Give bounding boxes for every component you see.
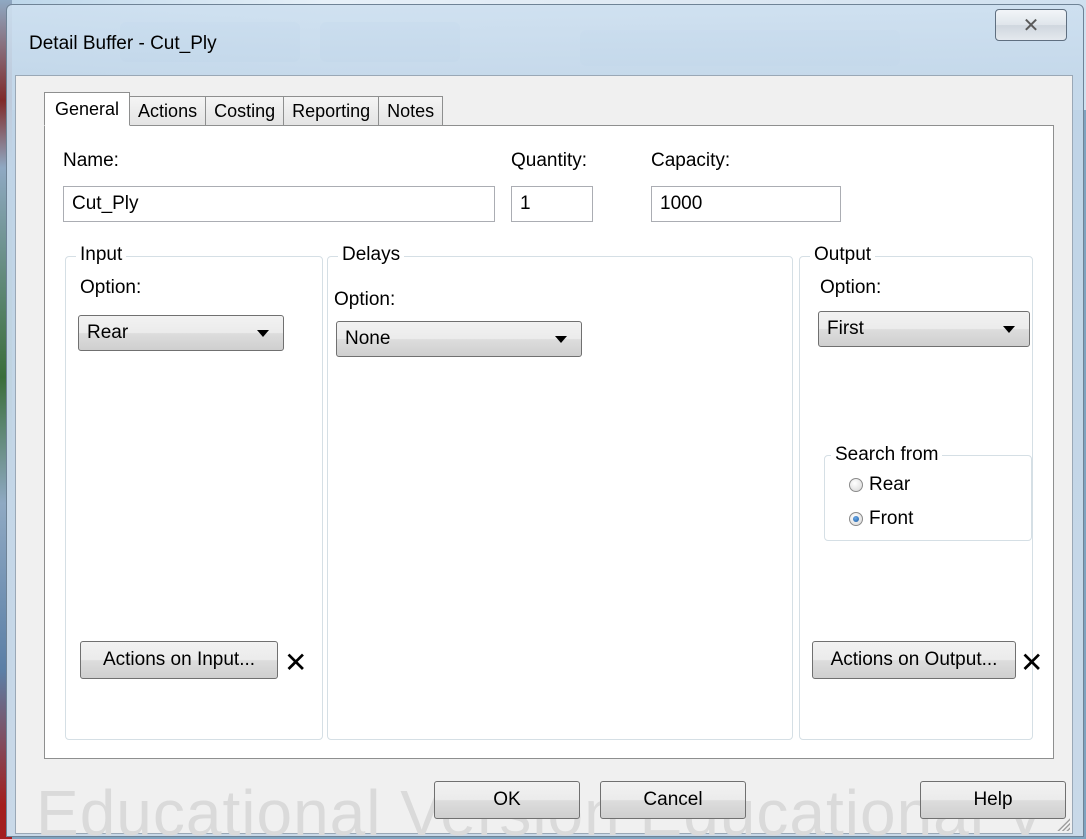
quantity-input[interactable] [511, 186, 593, 222]
output-option-label: Option: [820, 277, 882, 298]
delays-option-label: Option: [334, 289, 396, 310]
chevron-down-icon [257, 329, 269, 337]
chevron-down-icon [1003, 325, 1015, 333]
name-input[interactable] [63, 186, 495, 222]
search-from-title: Search from [831, 444, 943, 466]
resize-grip-icon[interactable] [1054, 815, 1070, 831]
dialog-client-area: Educational Version Educational V Genera… [15, 75, 1073, 839]
search-from-rear-option[interactable]: Rear [849, 474, 910, 496]
delays-group-title: Delays [338, 244, 405, 266]
search-from-group: Search from Rear Front [824, 444, 1032, 541]
search-from-rear-label: Rear [869, 474, 911, 495]
tab-actions[interactable]: Actions [129, 96, 207, 126]
input-group: Input Option: Rear Actions on Input... ✕ [65, 244, 323, 740]
output-group: Output Option: First Search from Rear Fr… [799, 244, 1043, 740]
window-title: Detail Buffer - Cut_Ply [29, 33, 217, 54]
tab-notes[interactable]: Notes [378, 96, 444, 126]
delays-option-value: None [345, 328, 391, 349]
actions-on-input-button[interactable]: Actions on Input... [80, 641, 278, 679]
capacity-label: Capacity: [651, 150, 731, 171]
tab-strip: General Actions Costing Reporting Notes [44, 92, 444, 126]
ok-button[interactable]: OK [434, 781, 580, 819]
output-option-value: First [827, 318, 864, 339]
search-from-front-radio[interactable] [849, 512, 863, 526]
clear-input-actions-icon[interactable]: ✕ [284, 649, 307, 677]
search-from-front-label: Front [869, 508, 914, 529]
search-from-rear-radio[interactable] [849, 478, 863, 492]
search-from-front-option[interactable]: Front [849, 508, 913, 530]
general-tab-panel: Name: Quantity: Capacity: Input Option: … [44, 125, 1054, 759]
close-button[interactable]: ✕ [995, 9, 1067, 41]
name-label: Name: [63, 150, 119, 171]
cancel-button[interactable]: Cancel [600, 781, 746, 819]
dialog-window: Detail Buffer - Cut_Ply ✕ Educational Ve… [6, 4, 1084, 839]
input-group-title: Input [76, 244, 127, 266]
tab-general[interactable]: General [44, 92, 131, 126]
help-button[interactable]: Help [920, 781, 1066, 819]
input-option-label: Option: [80, 277, 142, 298]
output-group-title: Output [810, 244, 876, 266]
actions-on-output-button[interactable]: Actions on Output... [812, 641, 1016, 679]
title-bar[interactable]: Detail Buffer - Cut_Ply ✕ [7, 5, 1083, 75]
input-option-select[interactable]: Rear [78, 315, 284, 351]
quantity-label: Quantity: [511, 150, 588, 171]
output-option-select[interactable]: First [818, 311, 1030, 347]
delays-option-select[interactable]: None [336, 321, 582, 357]
tab-reporting[interactable]: Reporting [283, 96, 380, 126]
chevron-down-icon [555, 335, 567, 343]
input-option-value: Rear [87, 322, 129, 343]
delays-group: Delays Option: None [327, 244, 793, 740]
clear-output-actions-icon[interactable]: ✕ [1020, 649, 1043, 677]
capacity-input[interactable] [651, 186, 841, 222]
tab-costing[interactable]: Costing [205, 96, 285, 126]
close-icon: ✕ [1022, 14, 1040, 37]
